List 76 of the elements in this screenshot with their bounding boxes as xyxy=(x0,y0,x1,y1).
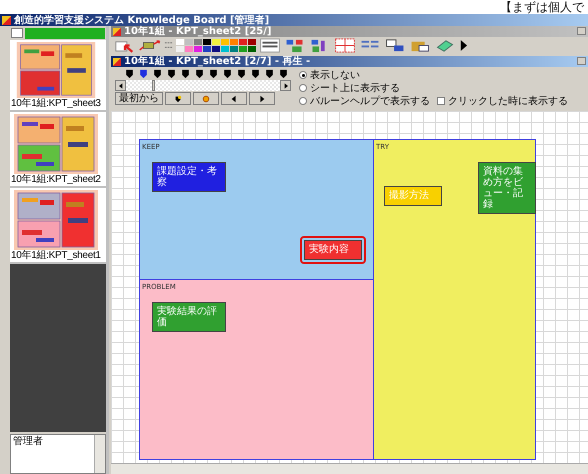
color-swatch[interactable] xyxy=(185,39,193,45)
app-icon xyxy=(113,28,121,36)
delete-marker-button[interactable] xyxy=(193,92,219,105)
marker-icon[interactable] xyxy=(223,69,232,79)
scroll-bar[interactable] xyxy=(94,435,105,473)
color-swatch[interactable] xyxy=(212,46,220,52)
grid-layout-icon[interactable] xyxy=(334,38,356,53)
marker-icon[interactable] xyxy=(251,69,260,79)
thumbnail-drawing[interactable] xyxy=(12,190,100,250)
marker-icon[interactable] xyxy=(265,69,274,79)
color-swatch[interactable] xyxy=(230,39,238,45)
color-swatch[interactable] xyxy=(221,46,229,52)
circle-icon xyxy=(202,94,210,102)
tree-icon[interactable] xyxy=(11,28,23,38)
marker-icon[interactable] xyxy=(279,69,288,79)
timeline-handle[interactable] xyxy=(152,80,156,91)
left-arrow-icon xyxy=(118,82,122,88)
note-card[interactable]: 課題設定・考察 xyxy=(152,162,226,192)
marker-icon[interactable] xyxy=(195,69,204,79)
window-title: 10年1組 - KPT_sheet2 [25/] xyxy=(124,26,272,37)
sheet-label[interactable]: 10年1組:KPT_sheet1 xyxy=(10,250,106,262)
marker-icon[interactable] xyxy=(125,69,134,79)
previous-button[interactable] xyxy=(221,92,247,105)
color-swatch[interactable] xyxy=(194,46,202,52)
radio-button[interactable] xyxy=(299,84,307,92)
windows-icon[interactable] xyxy=(384,38,406,53)
color-swatch[interactable] xyxy=(230,46,238,52)
color-swatch[interactable] xyxy=(203,46,211,52)
sheet-label[interactable]: 10年1組:KPT_sheet3 xyxy=(10,98,106,110)
window-title: 10年1組 - KPT_sheet2 [2/7] - 再生 - xyxy=(124,56,310,67)
radio-button[interactable] xyxy=(299,71,307,79)
color-swatch[interactable] xyxy=(176,46,184,52)
color-swatch[interactable] xyxy=(221,39,229,45)
color-swatch[interactable] xyxy=(239,39,247,45)
checkbox-label[interactable]: クリックした時に表示する xyxy=(448,96,568,106)
minimize-button[interactable] xyxy=(577,57,586,65)
marker-icon[interactable] xyxy=(237,69,246,79)
next-button[interactable] xyxy=(249,92,275,105)
option-label[interactable]: 表示しない xyxy=(310,70,360,80)
color-swatch[interactable] xyxy=(176,39,184,45)
option-label[interactable]: シート上に表示する xyxy=(310,82,400,94)
color-swatch[interactable] xyxy=(194,39,202,45)
app-icon xyxy=(113,58,121,66)
marker-icon xyxy=(174,94,182,102)
line-width-icon[interactable] xyxy=(259,38,281,53)
color-swatch[interactable] xyxy=(212,39,220,45)
radio-button[interactable] xyxy=(299,97,307,105)
right-arrow-icon xyxy=(258,94,266,102)
start-button[interactable]: 最初から xyxy=(115,92,163,105)
color-swatch[interactable] xyxy=(239,46,247,52)
scroll-bar[interactable] xyxy=(111,463,588,474)
caption-text: 【まずは個人で xyxy=(500,0,584,14)
color-swatch[interactable] xyxy=(248,46,256,52)
color-swatch[interactable] xyxy=(248,39,256,45)
checkbox[interactable] xyxy=(437,97,445,105)
note-card[interactable]: 実験内容 xyxy=(304,240,362,260)
scroll-left-button[interactable] xyxy=(115,80,126,91)
play-icon[interactable] xyxy=(459,38,468,53)
marker-icon[interactable] xyxy=(167,69,176,79)
app-icon xyxy=(2,16,11,24)
window-title: 創造的学習支援システム Knowledge Board [管理者] xyxy=(14,14,270,26)
marker-icon[interactable] xyxy=(181,69,190,79)
marker-icon[interactable] xyxy=(209,69,218,79)
thumbnail-drawing[interactable] xyxy=(12,114,100,174)
link-arrow-icon[interactable] xyxy=(139,38,161,53)
scroll-right-button[interactable] xyxy=(280,80,291,91)
color-swatch[interactable] xyxy=(185,46,193,52)
option-label[interactable]: バルーンヘルプで表示する xyxy=(310,96,430,106)
right-arrow-icon xyxy=(284,82,288,88)
marker-icon[interactable] xyxy=(139,69,148,79)
left-arrow-icon xyxy=(230,94,238,102)
add-marker-button[interactable] xyxy=(165,92,191,105)
user-text-area[interactable]: 管理者 xyxy=(10,434,106,474)
marker-icon[interactable] xyxy=(153,69,162,79)
color-swatch[interactable] xyxy=(203,39,211,45)
sheet-label[interactable]: 10年1組:KPT_sheet2 xyxy=(10,174,106,186)
